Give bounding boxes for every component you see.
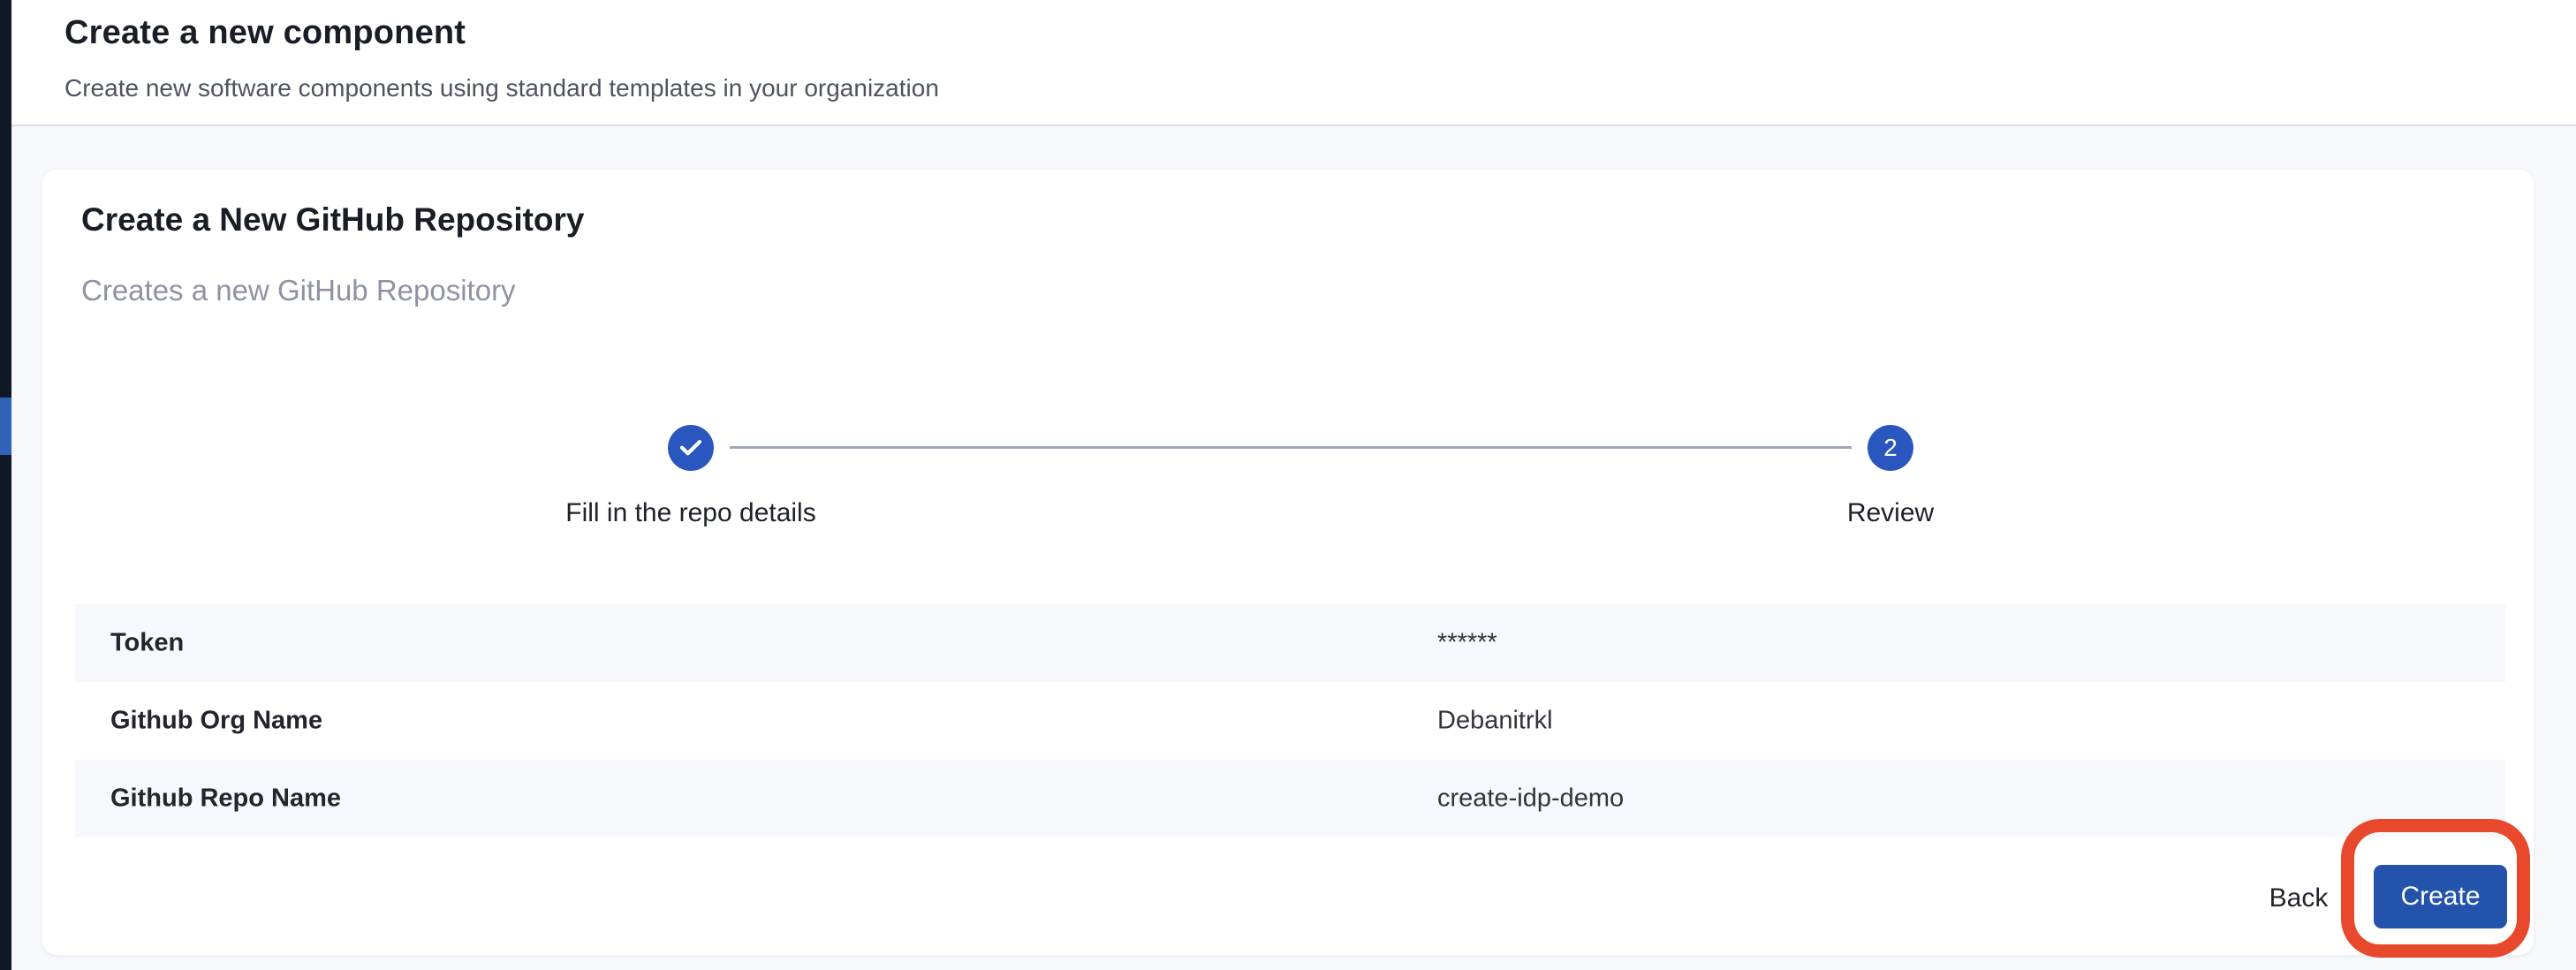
back-button[interactable]: Back [2241, 868, 2356, 929]
review-row-value: ****** [1437, 629, 1497, 658]
review-row-value: create-idp-demo [1437, 784, 1624, 814]
review-row-token: Token ****** [75, 604, 2505, 682]
step-2-number: 2 [1883, 434, 1898, 462]
review-row-github-org-name: Github Org Name Debanitrkl [75, 682, 2505, 760]
create-button[interactable]: Create [2374, 865, 2507, 928]
review-row-label: Token [110, 629, 184, 658]
page-header: Create a new component Create new softwa… [11, 0, 2576, 126]
review-row-github-repo-name: Github Repo Name create-idp-demo [75, 760, 2505, 837]
step-1-label: Fill in the repo details [470, 498, 912, 528]
review-row-label: Github Org Name [110, 707, 322, 736]
collapsed-sidebar[interactable] [0, 0, 11, 970]
sidebar-active-indicator [0, 398, 11, 455]
step-1-completed-indicator [668, 425, 714, 471]
stepper-connector-line [730, 446, 1852, 449]
create-repository-card: Create a New GitHub Repository Creates a… [42, 170, 2534, 955]
card-title: Create a New GitHub Repository [81, 201, 585, 239]
page-subtitle: Create new software components using sta… [64, 74, 939, 102]
page-title: Create a new component [64, 14, 466, 52]
card-subtitle: Creates a new GitHub Repository [81, 274, 516, 307]
review-row-label: Github Repo Name [110, 784, 341, 814]
check-icon [678, 435, 704, 461]
review-row-value: Debanitrkl [1437, 707, 1553, 736]
step-2-label: Review [1670, 498, 2111, 528]
step-2-indicator: 2 [1868, 425, 1913, 471]
review-table: Token ****** Github Org Name Debanitrkl … [75, 604, 2505, 837]
